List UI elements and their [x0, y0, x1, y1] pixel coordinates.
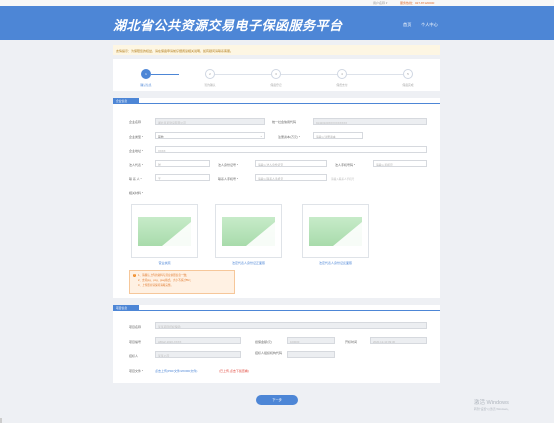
project-file-upload-link[interactable]: 点击上传(PDF文件/WORD文件) [155, 369, 197, 373]
company-address-input[interactable]: XXXX [155, 146, 427, 153]
step-connector [151, 73, 179, 75]
materials-label: 相关材料 * [129, 191, 144, 195]
credit-code-label: 统一社会信用代码 [272, 120, 297, 124]
project-code-field: HBGZ-2020-XXXX [155, 337, 241, 344]
next-step-button[interactable]: 下一步 [256, 395, 298, 405]
legal-rep-label: 法人代表 * [129, 163, 144, 167]
image-placeholder-icon [309, 217, 362, 246]
upload-id-front-label[interactable]: 法定代表人身份证正面照 [215, 261, 282, 265]
tenderer-label: 招标人 [129, 354, 139, 358]
project-file-label: 项目文件 * [129, 369, 144, 373]
company-type-label: 企业类型 * [129, 135, 144, 139]
contact-input[interactable]: 王 [155, 174, 210, 181]
bid-open-label: 开标时间 [345, 340, 358, 344]
bid-open-field: 2020-12-10 09:30 [370, 337, 427, 344]
project-section-title: 项目信息 [113, 305, 139, 311]
upload-warning: ! 1、请确认上传的资料与营业执照信息一致； 2、支持jpg、png、jpeg格… [129, 270, 235, 294]
registered-capital-label: 注册资本(万元) * [278, 135, 300, 139]
guarantee-amount-label: 担保金额(元) [255, 340, 272, 344]
image-placeholder-icon [138, 217, 191, 246]
legal-phone-input[interactable]: 请输入手机号 [373, 160, 427, 167]
windows-activation-title: 激活 Windows [474, 400, 509, 406]
warning-line-3: 3、上传照片请保持清晰完整。 [138, 284, 174, 287]
legal-phone-label: 法人手机号码 * [335, 163, 356, 167]
registered-capital-input[interactable]: 请输入注册资本 [313, 132, 363, 139]
legal-id-label: 法人身份证号 * [218, 163, 239, 167]
credit-code-field: 91420100XXXXXXXXXX [313, 118, 427, 125]
step-1: 1 [141, 69, 151, 79]
project-name-field: 某某项目招标保函 [155, 322, 427, 329]
guarantee-amount-field: 100000 [287, 337, 335, 344]
step-connector [347, 73, 403, 75]
project-section-header: 项目信息 [113, 305, 440, 311]
step-1-label: 确认信息 [140, 83, 152, 87]
warning-icon: ! [133, 273, 136, 277]
contact-phone-hint: 请输入联系人手机号 [331, 178, 355, 181]
contact-phone-input[interactable]: 请输入联系人手机号 [255, 174, 327, 181]
step-connector [215, 73, 271, 75]
company-address-label: 企业地址 * [129, 149, 144, 153]
legal-id-input[interactable]: 请输入法人身份证号 [255, 160, 327, 167]
progress-steps: 1 2 3 4 5 确认信息 签约确认 保函登记 保费支付 保函完成 [113, 59, 440, 91]
upload-business-license[interactable] [131, 204, 198, 258]
contact-phone-label: 联系人手机号 * [218, 177, 239, 181]
site-header: 湖北省公共资源交易电子保函服务平台 首页 个人中心 [0, 6, 554, 40]
user-menu[interactable]: 用户名称 ▾ [373, 1, 387, 5]
taskbar-edge [0, 418, 2, 423]
site-title: 湖北省公共资源交易电子保函服务平台 [113, 19, 343, 34]
upload-id-back[interactable] [302, 204, 369, 258]
service-hotline: 服务热线：027-87120000 [400, 1, 435, 6]
step-2-label: 签约确认 [204, 83, 216, 87]
step-2: 2 [205, 69, 215, 79]
step-connector [281, 73, 337, 75]
legal-rep-input[interactable]: 张 [155, 160, 210, 167]
project-file-download-link[interactable]: (已上传,点击下载查看) [219, 369, 249, 373]
step-5-label: 保函完成 [402, 83, 414, 87]
step-3-label: 保函登记 [270, 83, 282, 87]
chevron-down-icon: ⌄ [259, 134, 263, 139]
tenderer-field: 某某公司 [155, 351, 241, 358]
tenderer-org-code-field [287, 351, 335, 358]
upload-business-license-label[interactable]: 营业执照 [131, 261, 198, 265]
notice-banner: 友情提示：为保障您的权益，请在保函申请前仔细阅读相关说明，如有疑问请联系客服。 [113, 45, 440, 55]
company-name-field: 湖北某某建设有限公司 [155, 118, 265, 125]
upload-id-front[interactable] [215, 204, 282, 258]
upload-id-back-label[interactable]: 法定代表人身份证反面照 [302, 261, 369, 265]
windows-activation-hint: 转到"设置"以激活 Windows。 [474, 407, 511, 411]
step-5: 5 [403, 69, 413, 79]
step-4: 4 [337, 69, 347, 79]
image-placeholder-icon [222, 217, 275, 246]
tenderer-org-code-label: 招标人组织机构代码 [255, 351, 283, 355]
contact-label: 联 系 人 * [129, 177, 142, 181]
step-3: 3 [271, 69, 281, 79]
company-section-header: 企业信息 [113, 98, 440, 104]
project-code-label: 项目编号 [129, 340, 142, 344]
company-type-select[interactable]: 其他 ⌄ [155, 132, 265, 139]
company-section: 企业信息 [113, 98, 440, 298]
company-type-value: 其他 [158, 134, 164, 139]
nav-user-center[interactable]: 个人中心 [421, 22, 438, 28]
company-section-title: 企业信息 [113, 98, 139, 104]
windows-activation-watermark: 激活 Windows 转到"设置"以激活 Windows。 [474, 398, 510, 411]
company-name-label: 企业名称 [129, 120, 142, 124]
step-4-label: 保费支付 [336, 83, 348, 87]
project-name-label: 项目名称 [129, 325, 142, 329]
nav-home[interactable]: 首页 [403, 22, 411, 28]
